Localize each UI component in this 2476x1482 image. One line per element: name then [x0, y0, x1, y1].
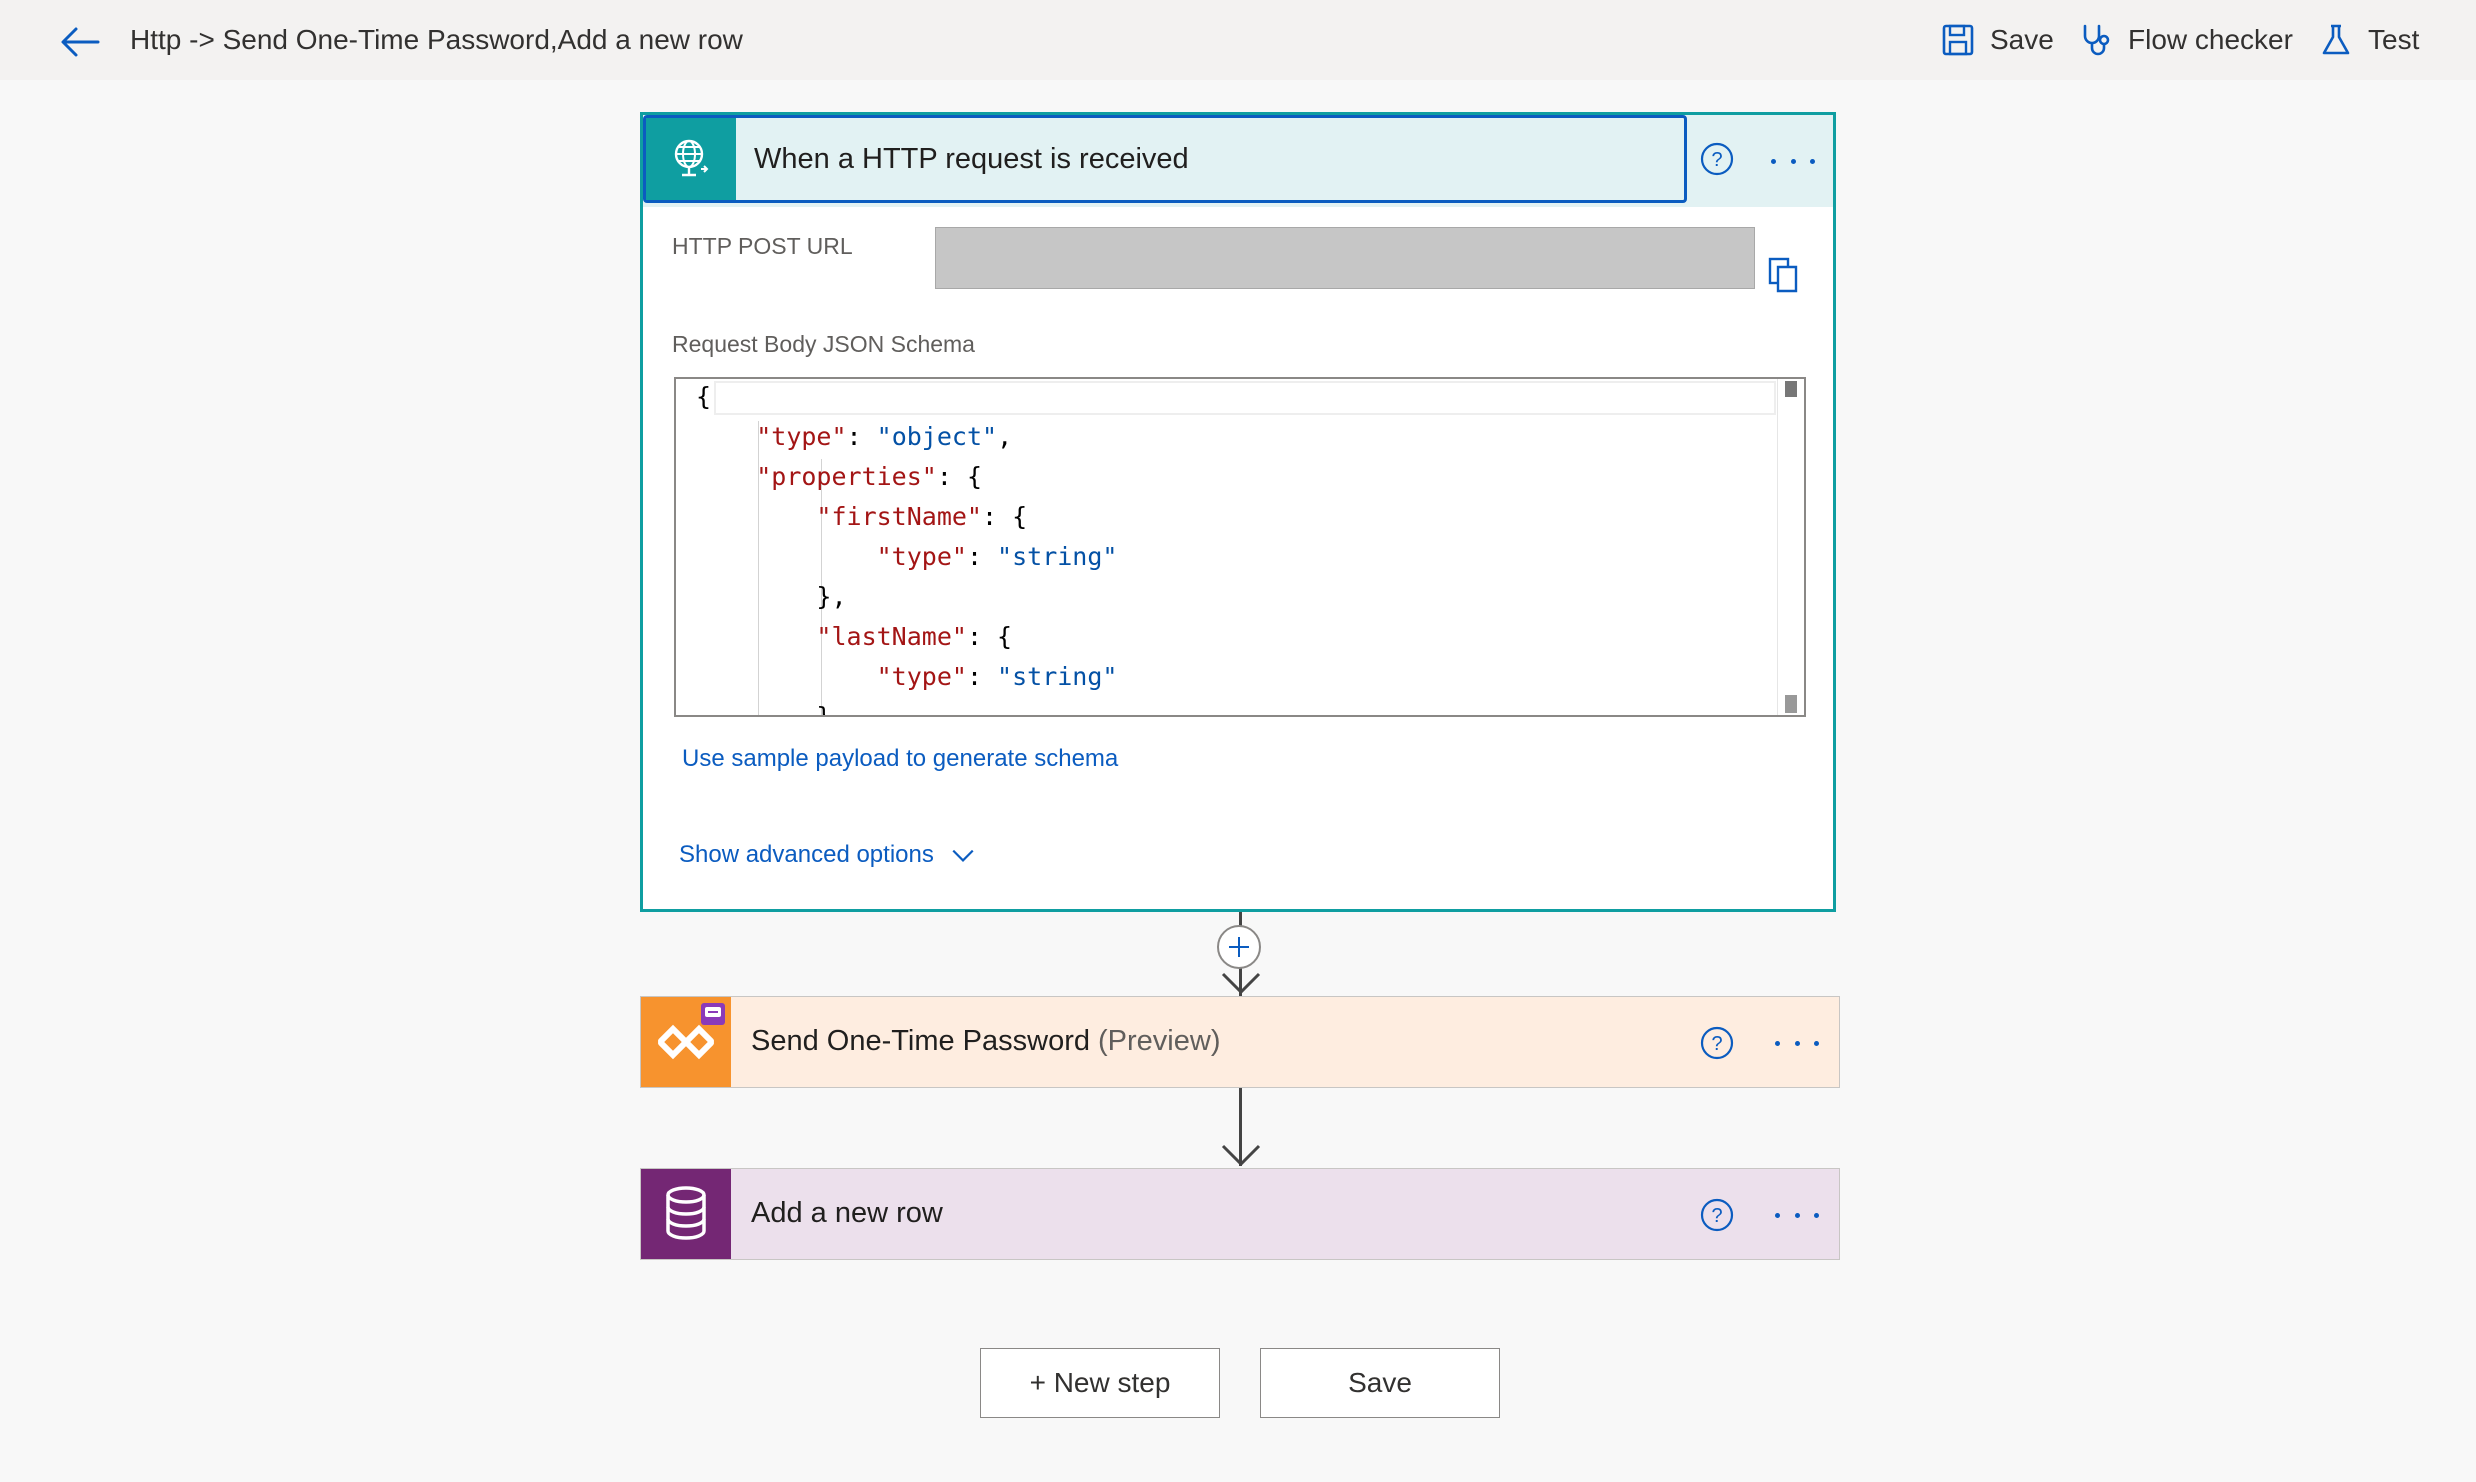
- code-line: }: [696, 702, 832, 717]
- database-icon: [641, 1169, 731, 1259]
- http-trigger-card: When a HTTP request is received ? HTTP P…: [640, 112, 1836, 912]
- send-otp-action-card[interactable]: Send One-Time Password (Preview) ?: [640, 996, 1840, 1088]
- code-line: },: [696, 582, 847, 611]
- code-line: "properties": {: [756, 462, 982, 491]
- code-line: "type": "string": [876, 662, 1118, 691]
- insert-step-plus-icon[interactable]: [1216, 924, 1262, 970]
- show-advanced-options-link[interactable]: Show advanced options: [679, 841, 976, 869]
- copy-icon[interactable]: [1767, 255, 1803, 295]
- show-advanced-options-label: Show advanced options: [679, 841, 934, 868]
- stethoscope-icon: [2083, 24, 2110, 56]
- more-options-icon[interactable]: [1775, 1203, 1819, 1227]
- save-command[interactable]: Save: [1940, 18, 2054, 62]
- more-options-icon[interactable]: [1775, 1031, 1819, 1055]
- arrow-down-icon: [1221, 972, 1261, 995]
- http-post-url-field[interactable]: [935, 227, 1755, 289]
- svg-text:?: ?: [1711, 1033, 1722, 1055]
- help-icon[interactable]: ?: [1699, 141, 1735, 177]
- add-new-row-action-card[interactable]: Add a new row ?: [640, 1168, 1840, 1260]
- test-command[interactable]: Test: [2318, 18, 2419, 62]
- arrow-down-icon: [1221, 1144, 1261, 1167]
- svg-text:?: ?: [1711, 149, 1722, 171]
- help-icon[interactable]: ?: [1699, 1025, 1735, 1061]
- help-icon[interactable]: ?: [1699, 1197, 1735, 1233]
- svg-text:?: ?: [1711, 1205, 1722, 1227]
- flow-checker-command[interactable]: Flow checker: [2078, 18, 2293, 62]
- flow-title: Http -> Send One-Time Password,Add a new…: [130, 24, 743, 55]
- chevron-down-icon: [952, 849, 974, 862]
- connector-icon: [641, 997, 731, 1087]
- scrollbar-end-marker: [1785, 695, 1797, 713]
- more-options-icon[interactable]: [1771, 149, 1815, 173]
- back-arrow-icon[interactable]: [58, 20, 102, 64]
- code-line: {: [696, 382, 712, 411]
- trigger-header: When a HTTP request is received ?: [643, 115, 1833, 207]
- code-line: "type": "string": [876, 542, 1118, 571]
- add-new-row-title: Add a new row: [751, 1197, 943, 1229]
- test-label: Test: [2368, 24, 2420, 55]
- send-otp-title: Send One-Time Password (Preview): [751, 1025, 1220, 1058]
- send-otp-title-text: Send One-Time Password: [751, 1025, 1091, 1057]
- flask-icon: [2322, 24, 2350, 55]
- http-globe-icon: [646, 118, 736, 200]
- save-button[interactable]: Save: [1260, 1348, 1500, 1418]
- request-body-schema-label: Request Body JSON Schema: [672, 331, 975, 357]
- preview-tag: (Preview): [1098, 1025, 1221, 1057]
- code-line: "type": "object",: [756, 422, 1013, 451]
- trigger-title: When a HTTP request is received: [754, 143, 1189, 175]
- http-post-url-label: HTTP POST URL: [672, 233, 853, 259]
- new-step-button[interactable]: + New step: [980, 1348, 1220, 1418]
- save-icon: [1942, 24, 1974, 56]
- editor-scrollbar[interactable]: [1777, 379, 1804, 715]
- trigger-header-title-area[interactable]: When a HTTP request is received: [643, 115, 1687, 203]
- json-schema-editor[interactable]: { "type": "object", "properties": { "fir…: [674, 377, 1806, 717]
- code-line: "lastName": {: [816, 622, 1013, 651]
- code-line: "firstName": {: [816, 502, 1028, 531]
- use-sample-payload-link[interactable]: Use sample payload to generate schema: [682, 745, 1118, 773]
- flow-checker-label: Flow checker: [2128, 24, 2293, 55]
- save-command-label: Save: [1990, 24, 2054, 55]
- command-bar: Http -> Send One-Time Password,Add a new…: [0, 0, 2476, 80]
- current-line-highlight: [714, 381, 1776, 415]
- scrollbar-thumb[interactable]: [1785, 381, 1797, 397]
